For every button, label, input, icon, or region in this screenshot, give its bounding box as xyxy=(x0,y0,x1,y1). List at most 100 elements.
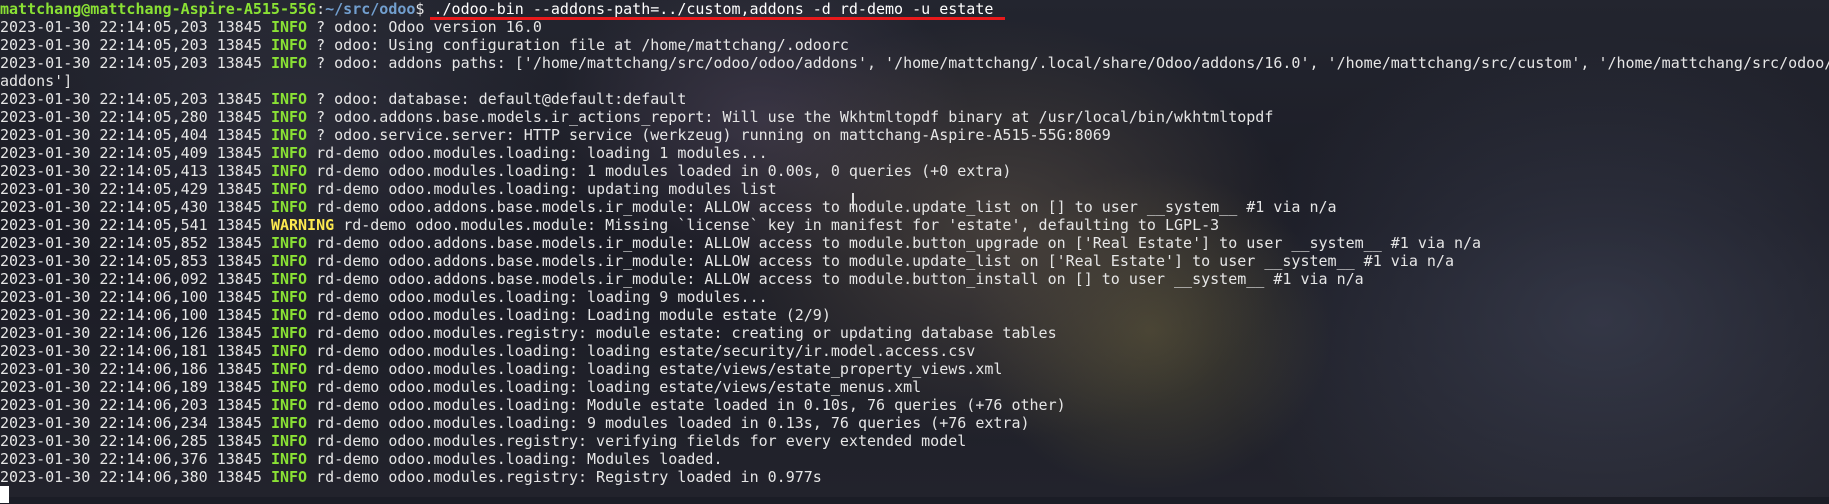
log-line: 2023-01-30 22:14:05,203 13845 INFO ? odo… xyxy=(0,90,1829,108)
prompt-symbol: $ xyxy=(415,0,434,18)
log-timestamp: 2023-01-30 22:14:05,203 xyxy=(0,18,208,36)
log-pid: 13845 xyxy=(216,108,262,126)
log-line: 2023-01-30 22:14:06,234 13845 INFO rd-de… xyxy=(0,414,1829,432)
log-timestamp: 2023-01-30 22:14:05,203 xyxy=(0,90,208,108)
log-timestamp: 2023-01-30 22:14:06,203 xyxy=(0,396,208,414)
log-level: INFO xyxy=(270,306,308,324)
log-pid: 13845 xyxy=(216,378,262,396)
mouse-ibeam-icon xyxy=(852,193,854,209)
log-message: ? odoo.addons.base.models.ir_actions_rep… xyxy=(316,108,1274,126)
log-timestamp: 2023-01-30 22:14:05,429 xyxy=(0,180,208,198)
log-timestamp: 2023-01-30 22:14:06,376 xyxy=(0,450,208,468)
log-pid: 13845 xyxy=(216,288,262,306)
log-line: addons'] xyxy=(0,72,1829,90)
log-line: 2023-01-30 22:14:05,852 13845 INFO rd-de… xyxy=(0,234,1829,252)
log-level: INFO xyxy=(270,54,308,72)
log-line: 2023-01-30 22:14:06,189 13845 INFO rd-de… xyxy=(0,378,1829,396)
log-line: 2023-01-30 22:14:05,429 13845 INFO rd-de… xyxy=(0,180,1829,198)
log-line: 2023-01-30 22:14:05,430 13845 INFO rd-de… xyxy=(0,198,1829,216)
log-line: 2023-01-30 22:14:06,380 13845 INFO rd-de… xyxy=(0,468,1829,486)
log-timestamp: 2023-01-30 22:14:06,100 xyxy=(0,288,208,306)
log-pid: 13845 xyxy=(216,306,262,324)
log-pid: 13845 xyxy=(216,216,262,234)
log-level: INFO xyxy=(270,180,308,198)
log-message: ? odoo: Odoo version 16.0 xyxy=(316,18,542,36)
log-pid: 13845 xyxy=(216,414,262,432)
log-message: rd-demo odoo.modules.loading: 1 modules … xyxy=(316,162,1012,180)
log-level: INFO xyxy=(270,162,308,180)
log-line: 2023-01-30 22:14:05,853 13845 INFO rd-de… xyxy=(0,252,1829,270)
log-message: rd-demo odoo.modules.loading: Loading mo… xyxy=(316,306,831,324)
log-line: 2023-01-30 22:14:05,203 13845 INFO ? odo… xyxy=(0,18,1829,36)
log-message: rd-demo odoo.modules.loading: Modules lo… xyxy=(316,450,723,468)
log-message: rd-demo odoo.addons.base.models.ir_modul… xyxy=(316,234,1482,252)
log-timestamp: 2023-01-30 22:14:06,186 xyxy=(0,360,208,378)
command-text[interactable]: ./odoo-bin --addons-path=../custom,addon… xyxy=(433,0,993,18)
log-timestamp: 2023-01-30 22:14:05,404 xyxy=(0,126,208,144)
log-message: rd-demo odoo.addons.base.models.ir_modul… xyxy=(316,198,1337,216)
log-message: rd-demo odoo.modules.loading: loading es… xyxy=(316,342,976,360)
log-message: rd-demo odoo.modules.registry: module es… xyxy=(316,324,1057,342)
log-output[interactable]: 2023-01-30 22:14:05,203 13845 INFO ? odo… xyxy=(0,18,1829,486)
log-message: ? odoo.service.server: HTTP service (wer… xyxy=(316,126,1111,144)
log-line: 2023-01-30 22:14:05,280 13845 INFO ? odo… xyxy=(0,108,1829,126)
log-line: 2023-01-30 22:14:05,404 13845 INFO ? odo… xyxy=(0,126,1829,144)
log-pid: 13845 xyxy=(216,324,262,342)
log-message: rd-demo odoo.modules.loading: Module est… xyxy=(316,396,1066,414)
log-level: INFO xyxy=(270,288,308,306)
log-line: 2023-01-30 22:14:06,126 13845 INFO rd-de… xyxy=(0,324,1829,342)
log-timestamp: 2023-01-30 22:14:06,234 xyxy=(0,414,208,432)
log-message: rd-demo odoo.addons.base.models.ir_modul… xyxy=(316,252,1454,270)
log-level: INFO xyxy=(270,360,308,378)
log-line: 2023-01-30 22:14:06,376 13845 INFO rd-de… xyxy=(0,450,1829,468)
log-pid: 13845 xyxy=(216,126,262,144)
log-message: ? odoo: addons paths: ['/home/mattchang/… xyxy=(316,54,1829,72)
log-line: 2023-01-30 22:14:05,203 13845 INFO ? odo… xyxy=(0,54,1829,72)
log-pid: 13845 xyxy=(216,90,262,108)
log-pid: 13845 xyxy=(216,162,262,180)
log-pid: 13845 xyxy=(216,234,262,252)
command-prompt-line[interactable]: mattchang@mattchang-Aspire-A515-55G:~/sr… xyxy=(0,0,1829,18)
log-level: INFO xyxy=(270,18,308,36)
log-level: INFO xyxy=(270,234,308,252)
log-pid: 13845 xyxy=(216,396,262,414)
log-timestamp: 2023-01-30 22:14:05,541 xyxy=(0,216,208,234)
log-message: rd-demo odoo.addons.base.models.ir_modul… xyxy=(316,270,1364,288)
log-message: rd-demo odoo.modules.loading: 9 modules … xyxy=(316,414,1030,432)
log-level: INFO xyxy=(270,342,308,360)
log-line: 2023-01-30 22:14:05,541 13845 WARNING rd… xyxy=(0,216,1829,234)
log-timestamp: 2023-01-30 22:14:06,285 xyxy=(0,432,208,450)
log-pid: 13845 xyxy=(216,360,262,378)
log-timestamp: 2023-01-30 22:14:05,280 xyxy=(0,108,208,126)
log-pid: 13845 xyxy=(216,18,262,36)
log-message: rd-demo odoo.modules.loading: loading 1 … xyxy=(316,144,768,162)
log-timestamp: 2023-01-30 22:14:06,181 xyxy=(0,342,208,360)
log-pid: 13845 xyxy=(216,432,262,450)
log-timestamp: 2023-01-30 22:14:05,203 xyxy=(0,36,208,54)
log-timestamp: 2023-01-30 22:14:06,092 xyxy=(0,270,208,288)
log-level: INFO xyxy=(270,396,308,414)
log-timestamp: 2023-01-30 22:14:05,203 xyxy=(0,54,208,72)
log-pid: 13845 xyxy=(216,450,262,468)
log-timestamp: 2023-01-30 22:14:06,189 xyxy=(0,378,208,396)
log-line: 2023-01-30 22:14:05,409 13845 INFO rd-de… xyxy=(0,144,1829,162)
log-pid: 13845 xyxy=(216,54,262,72)
log-pid: 13845 xyxy=(216,468,262,486)
log-timestamp: 2023-01-30 22:14:05,413 xyxy=(0,162,208,180)
cursor-line[interactable] xyxy=(0,486,1829,504)
log-line: 2023-01-30 22:14:06,092 13845 INFO rd-de… xyxy=(0,270,1829,288)
log-message: rd-demo odoo.modules.module: Missing `li… xyxy=(343,216,1220,234)
log-pid: 13845 xyxy=(216,36,262,54)
log-line: 2023-01-30 22:14:06,100 13845 INFO rd-de… xyxy=(0,306,1829,324)
log-level: INFO xyxy=(270,90,308,108)
log-timestamp: 2023-01-30 22:14:06,126 xyxy=(0,324,208,342)
log-timestamp: 2023-01-30 22:14:06,380 xyxy=(0,468,208,486)
log-message: rd-demo odoo.modules.registry: Registry … xyxy=(316,468,822,486)
log-level: WARNING xyxy=(270,216,335,234)
terminal-window[interactable]: mattchang@mattchang-Aspire-A515-55G:~/sr… xyxy=(0,0,1829,503)
log-message: rd-demo odoo.modules.loading: loading es… xyxy=(316,360,1003,378)
log-timestamp: 2023-01-30 22:14:05,430 xyxy=(0,198,208,216)
log-message: rd-demo odoo.modules.registry: verifying… xyxy=(316,432,967,450)
log-message: addons'] xyxy=(0,72,73,90)
log-message: rd-demo odoo.modules.loading: updating m… xyxy=(316,180,777,198)
